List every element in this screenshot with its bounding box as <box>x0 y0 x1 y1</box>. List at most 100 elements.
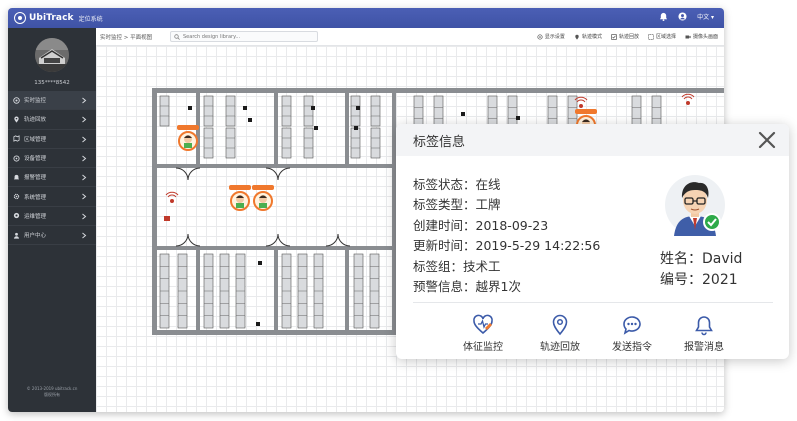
top-bar: UbiTrack 定位系统 中文 ▾ <box>8 8 724 28</box>
heart-rate-icon <box>472 314 494 336</box>
track-playback-icon <box>611 33 617 40</box>
sidebar-item-system-management[interactable]: 系统管理 <box>8 187 96 207</box>
desk-block <box>203 127 214 159</box>
divider <box>413 302 773 303</box>
tag-status: 标签状态：在线 <box>413 177 501 192</box>
track-mode-button[interactable]: 轨迹模式 <box>574 33 602 40</box>
track-playback-action-button[interactable]: 轨迹回放 <box>525 314 595 353</box>
search-icon <box>174 33 180 40</box>
brand-logo: UbiTrack 定位系统 <box>14 11 103 25</box>
sidebar-item-label: 系统管理 <box>24 194 47 201</box>
wrench-icon <box>13 212 20 219</box>
sidebar-item-ops-management[interactable]: 运维管理 <box>8 207 96 227</box>
area-select-button[interactable]: 区域选择 <box>648 33 676 40</box>
language-selector[interactable]: 中文 ▾ <box>697 12 714 21</box>
brand-subtitle: 定位系统 <box>78 15 103 23</box>
action-label: 体征监控 <box>463 342 503 353</box>
vital-signs-button[interactable]: 体征监控 <box>448 314 518 353</box>
desk-block <box>370 127 381 159</box>
sidebar-item-alarm-management[interactable]: 报警管理 <box>8 168 96 188</box>
sidebar-item-track-playback[interactable]: 轨迹回放 <box>8 110 96 130</box>
user-icon <box>13 232 20 239</box>
location-pin-icon <box>549 314 571 336</box>
bell-icon <box>693 314 715 336</box>
tag-info-panel: 标签信息 标签状态：在线 标签类型：工牌 创建时间：2018-09-23 更新时… <box>396 124 789 359</box>
tool-label: 显示设置 <box>544 34 565 40</box>
tool-label: 摄像头画面 <box>692 34 718 40</box>
person-marker <box>177 125 199 151</box>
user-account-icon[interactable] <box>678 12 687 21</box>
chevron-right-icon <box>81 136 87 143</box>
alarm-message-button[interactable]: 报警消息 <box>669 314 739 353</box>
display-settings-button[interactable]: 显示设置 <box>537 33 565 40</box>
desk-block <box>303 95 314 127</box>
desk-block <box>281 127 292 159</box>
send-command-button[interactable]: 发送指令 <box>597 314 667 353</box>
desk-block <box>303 127 314 159</box>
tool-label: 区域选择 <box>655 34 676 40</box>
track-playback-button[interactable]: 轨迹回放 <box>611 33 639 40</box>
track-mode-icon <box>575 34 579 40</box>
sidebar-item-label: 运维管理 <box>24 213 47 220</box>
chat-bubble-icon <box>621 314 643 336</box>
desk-block <box>225 127 236 159</box>
user-avatar[interactable] <box>35 38 69 72</box>
action-label: 轨迹回放 <box>540 342 580 353</box>
sidebar-item-realtime-monitor[interactable]: 实时监控 <box>8 91 96 111</box>
alarm-device-icon <box>164 216 170 221</box>
bell-icon <box>13 174 20 181</box>
created-time: 创建时间：2018-09-23 <box>413 217 549 233</box>
person-name: 姓名：David <box>660 251 743 267</box>
chevron-right-icon <box>81 174 87 181</box>
sidebar-item-label: 轨迹回放 <box>24 117 47 124</box>
brand-name: UbiTrack <box>29 13 74 23</box>
chevron-right-icon <box>81 97 87 104</box>
device-icon <box>13 154 20 162</box>
person-marker <box>229 185 251 211</box>
tool-label: 轨迹回放 <box>618 34 639 40</box>
sidebar-item-label: 用户中心 <box>24 233 47 240</box>
person-avatar <box>664 174 726 236</box>
sidebar-item-label: 设备管理 <box>24 156 47 163</box>
chevron-right-icon <box>81 193 87 200</box>
sidebar-item-user-center[interactable]: 用户中心 <box>8 226 96 246</box>
panel-title: 标签信息 <box>413 135 466 150</box>
camera-view-button[interactable]: 摄像头画面 <box>685 33 718 40</box>
desk-block <box>203 95 214 127</box>
location-pin-icon <box>13 116 20 123</box>
sidebar-menu: 实时监控 轨迹回放 区域管理 设备管理 报警管理 系统管理 运维管理 用户中心 <box>8 91 96 246</box>
panel-header: 标签信息 <box>396 124 789 156</box>
desk-block <box>370 95 381 127</box>
warning-info: 预警信息：越界1次 <box>413 279 521 295</box>
toolbar-tools: 显示设置 轨迹模式 轨迹回放 区域选择 摄像头画面 <box>537 33 718 40</box>
search-box[interactable] <box>170 31 318 42</box>
tag-group: 标签组：技术工 <box>413 258 501 274</box>
language-label: 中文 <box>697 14 710 21</box>
person-marker <box>252 185 274 211</box>
notification-bell-icon[interactable] <box>659 12 668 21</box>
camera-icon <box>685 35 691 38</box>
close-icon <box>758 131 776 149</box>
search-input[interactable] <box>183 33 313 40</box>
monitor-icon <box>13 96 20 104</box>
copyright: © 2013-2019 ubitrack.cn 版权所有 <box>8 386 96 398</box>
sidebar-item-label: 报警管理 <box>24 175 47 182</box>
chevron-right-icon <box>81 155 87 162</box>
chevron-right-icon <box>81 232 87 239</box>
tag-info-list: 标签状态：在线 标签类型：工牌 创建时间：2018-09-23 更新时间：201… <box>413 175 600 297</box>
action-label: 发送指令 <box>612 342 652 353</box>
close-button[interactable] <box>757 130 777 150</box>
desk-block <box>159 95 170 127</box>
sidebar-item-device-management[interactable]: 设备管理 <box>8 149 96 169</box>
tag-type: 标签类型：工牌 <box>413 197 501 213</box>
copyright-line: 版权所有 <box>44 392 60 397</box>
sidebar-item-label: 区域管理 <box>24 136 47 143</box>
panel-actions: 体征监控 轨迹回放 发送指令 报警消息 <box>396 314 789 354</box>
desk-block <box>225 95 236 127</box>
action-label: 报警消息 <box>684 342 724 353</box>
map-icon <box>13 135 20 142</box>
gear-icon <box>13 193 20 200</box>
chevron-right-icon <box>81 213 87 220</box>
sidebar-item-area-management[interactable]: 区域管理 <box>8 130 96 149</box>
toolbar: 实时监控 > 平面视图 显示设置 轨迹模式 轨迹回放 区域选择 <box>96 28 724 46</box>
